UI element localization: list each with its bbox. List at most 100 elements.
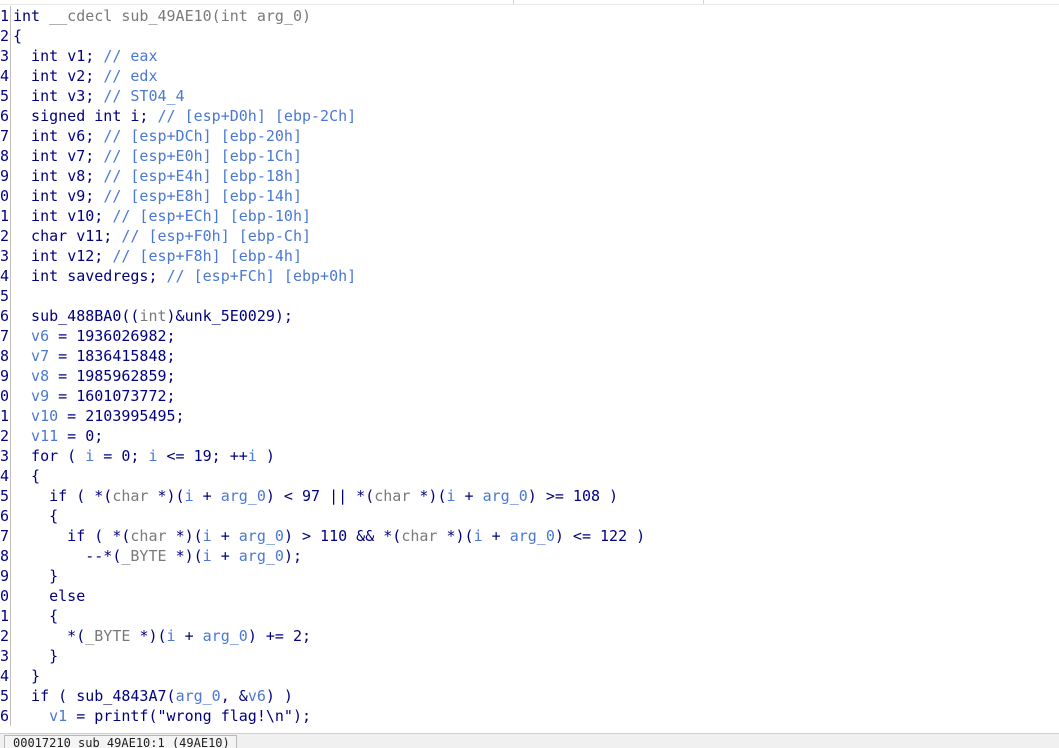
- code-token[interactable]: signed int: [13, 107, 130, 125]
- code-token[interactable]: ) > 110 && *(: [284, 527, 401, 545]
- code-line[interactable]: 0 v9 = 1601073772;: [0, 386, 1059, 406]
- code-token[interactable]: v6: [13, 327, 49, 345]
- code-token[interactable]: sub_49AE10(int arg_0): [121, 7, 311, 25]
- code-line[interactable]: 7 v6 = 1936026982;: [0, 326, 1059, 346]
- code-token[interactable]: // [esp+F0h] [ebp-Ch]: [121, 227, 311, 245]
- code-token[interactable]: *)(: [419, 487, 446, 505]
- code-line[interactable]: 0 int v9; // [esp+E8h] [ebp-14h]: [0, 186, 1059, 206]
- code-token[interactable]: = 2103995495;: [58, 407, 184, 425]
- code-line[interactable]: 9 int v8; // [esp+E4h] [ebp-18h]: [0, 166, 1059, 186]
- code-token[interactable]: = 1601073772;: [49, 387, 175, 405]
- code-token[interactable]: ): [257, 447, 275, 465]
- code-token[interactable]: v7;: [67, 147, 103, 165]
- code-token[interactable]: +: [212, 547, 239, 565]
- code-token[interactable]: i: [167, 627, 176, 645]
- code-text[interactable]: int v6; // [esp+DCh] [ebp-20h]: [13, 126, 302, 146]
- code-token[interactable]: // [esp+DCh] [ebp-20h]: [103, 127, 302, 145]
- code-line[interactable]: 4 }: [0, 666, 1059, 686]
- code-token[interactable]: int: [13, 207, 67, 225]
- code-token[interactable]: = 1836415848;: [49, 347, 175, 365]
- code-token[interactable]: i: [203, 547, 212, 565]
- code-line[interactable]: 7 if ( *(char *)(i + arg_0) > 110 && *(c…: [0, 526, 1059, 546]
- code-text[interactable]: }: [13, 646, 58, 666]
- code-token[interactable]: = printf("wrong flag!\n");: [67, 707, 311, 725]
- code-text[interactable]: char v11; // [esp+F0h] [ebp-Ch]: [13, 226, 311, 246]
- code-text[interactable]: v10 = 2103995495;: [13, 406, 185, 426]
- code-token[interactable]: __cdecl: [49, 7, 121, 25]
- code-token[interactable]: i: [185, 487, 194, 505]
- code-line[interactable]: 1 v10 = 2103995495;: [0, 406, 1059, 426]
- code-token[interactable]: sub_488BA0((: [13, 307, 139, 325]
- code-line[interactable]: 0 else: [0, 586, 1059, 606]
- code-token[interactable]: }: [13, 647, 58, 665]
- code-token[interactable]: _BYTE: [121, 547, 175, 565]
- code-token[interactable]: int: [13, 47, 67, 65]
- code-text[interactable]: {: [13, 506, 58, 526]
- code-line[interactable]: 2 char v11; // [esp+F0h] [ebp-Ch]: [0, 226, 1059, 246]
- code-token[interactable]: {: [13, 607, 58, 625]
- code-token[interactable]: v6;: [67, 127, 103, 145]
- code-token[interactable]: ) ): [266, 687, 293, 705]
- code-token[interactable]: // edx: [103, 67, 157, 85]
- code-token[interactable]: *)(: [139, 627, 166, 645]
- code-token[interactable]: v12;: [67, 247, 112, 265]
- code-token[interactable]: int: [13, 147, 67, 165]
- code-token[interactable]: int: [13, 67, 67, 85]
- code-text[interactable]: v1 = printf("wrong flag!\n");: [13, 706, 311, 726]
- code-token[interactable]: for (: [13, 447, 85, 465]
- code-line[interactable]: 1 {: [0, 606, 1059, 626]
- code-text[interactable]: int v12; // [esp+F8h] [ebp-4h]: [13, 246, 302, 266]
- code-line[interactable]: 8 int v7; // [esp+E0h] [ebp-1Ch]: [0, 146, 1059, 166]
- code-text[interactable]: int savedregs; // [esp+FCh] [ebp+0h]: [13, 266, 356, 286]
- code-text[interactable]: if ( sub_4843A7(arg_0, &v6) ): [13, 686, 293, 706]
- code-text[interactable]: int v1; // eax: [13, 46, 157, 66]
- code-token[interactable]: arg_0: [221, 487, 266, 505]
- code-line[interactable]: 8 --*(_BYTE *)(i + arg_0);: [0, 546, 1059, 566]
- code-token[interactable]: int: [13, 7, 49, 25]
- code-token[interactable]: v9: [13, 387, 49, 405]
- code-line[interactable]: 6 sub_488BA0((int)&unk_5E0029);: [0, 306, 1059, 326]
- code-token[interactable]: = 1936026982;: [49, 327, 175, 345]
- code-token[interactable]: arg_0: [239, 527, 284, 545]
- code-token[interactable]: v10;: [67, 207, 112, 225]
- code-token[interactable]: arg_0: [483, 487, 528, 505]
- code-token[interactable]: arg_0: [176, 687, 221, 705]
- code-token[interactable]: i;: [130, 107, 157, 125]
- code-line[interactable]: 6 signed int i; // [esp+D0h] [ebp-2Ch]: [0, 106, 1059, 126]
- pseudocode-view[interactable]: 1 int __cdecl sub_49AE10(int arg_0) 2{3 in…: [0, 6, 1059, 726]
- code-text[interactable]: int __cdecl sub_49AE10(int arg_0): [13, 6, 311, 26]
- code-token[interactable]: char: [374, 487, 419, 505]
- code-line[interactable]: 5 int v3; // ST04_4: [0, 86, 1059, 106]
- code-text[interactable]: }: [13, 666, 40, 686]
- code-token[interactable]: int: [13, 247, 67, 265]
- code-token[interactable]: = 1985962859;: [49, 367, 175, 385]
- code-token[interactable]: char: [130, 527, 175, 545]
- code-text[interactable]: int v9; // [esp+E8h] [ebp-14h]: [13, 186, 302, 206]
- code-token[interactable]: arg_0: [203, 627, 248, 645]
- code-token[interactable]: int: [13, 187, 67, 205]
- code-line[interactable]: 6 v1 = printf("wrong flag!\n");: [0, 706, 1059, 726]
- code-token[interactable]: char: [13, 227, 76, 245]
- code-line[interactable]: 5: [0, 286, 1059, 306]
- code-text[interactable]: {: [13, 606, 58, 626]
- code-token[interactable]: }: [13, 567, 58, 585]
- code-token[interactable]: *)(: [158, 487, 185, 505]
- code-token[interactable]: v2;: [67, 67, 103, 85]
- code-text[interactable]: v6 = 1936026982;: [13, 326, 176, 346]
- code-token[interactable]: <= 19; ++: [158, 447, 248, 465]
- code-token[interactable]: i: [148, 447, 157, 465]
- code-text[interactable]: signed int i; // [esp+D0h] [ebp-2Ch]: [13, 106, 356, 126]
- code-token[interactable]: }: [13, 667, 40, 685]
- code-line[interactable]: 4 {: [0, 466, 1059, 486]
- code-line[interactable]: 9 }: [0, 566, 1059, 586]
- code-token[interactable]: int: [13, 87, 67, 105]
- code-text[interactable]: if ( *(char *)(i + arg_0) > 110 && *(cha…: [13, 526, 645, 546]
- code-token[interactable]: // [esp+D0h] [ebp-2Ch]: [158, 107, 357, 125]
- code-text[interactable]: v7 = 1836415848;: [13, 346, 176, 366]
- code-token[interactable]: {: [13, 27, 22, 45]
- code-token[interactable]: = 0;: [94, 447, 148, 465]
- code-token[interactable]: // eax: [103, 47, 157, 65]
- code-token[interactable]: v8;: [67, 167, 103, 185]
- code-token[interactable]: +: [176, 627, 203, 645]
- code-token[interactable]: // [esp+E4h] [ebp-18h]: [103, 167, 302, 185]
